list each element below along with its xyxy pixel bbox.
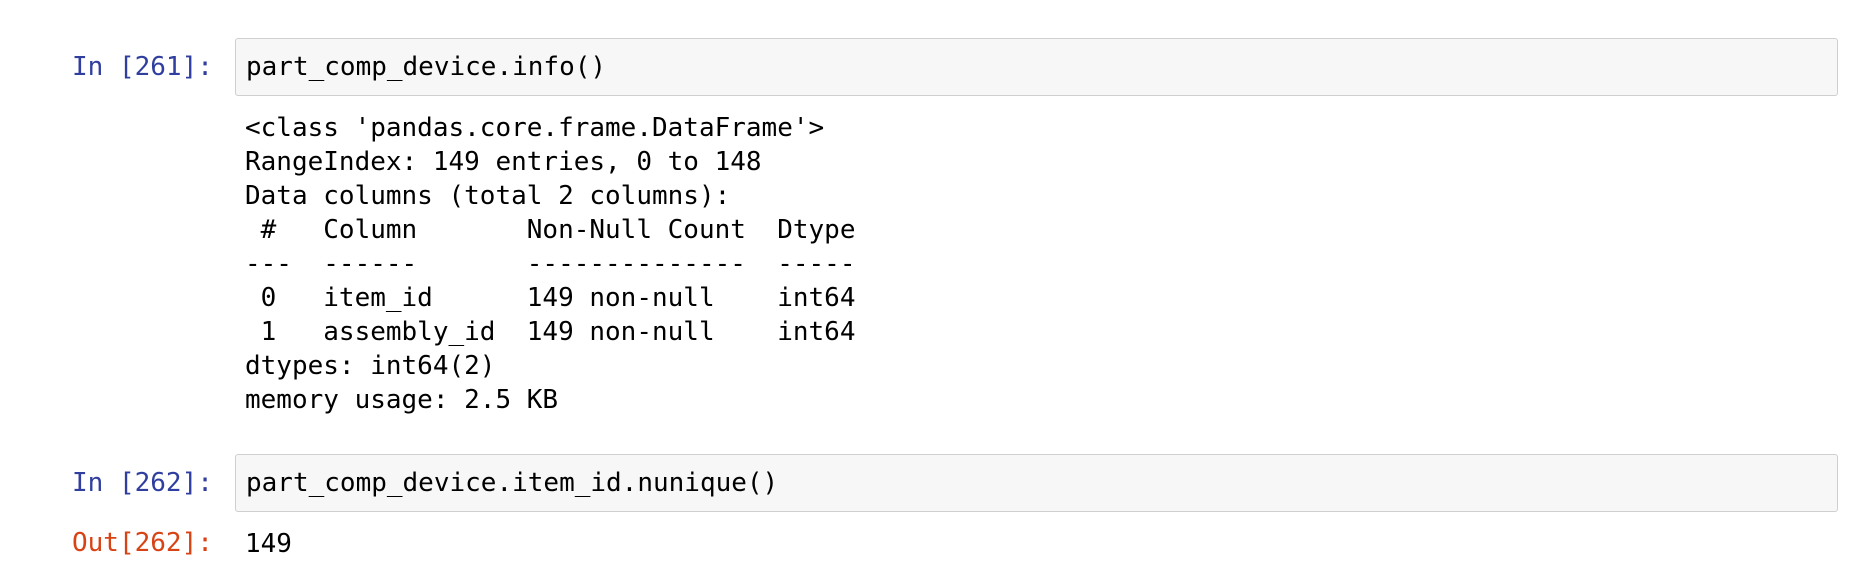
code-input-area[interactable]: part_comp_device.item_id.nunique() xyxy=(235,454,1838,512)
output-line: RangeIndex: 149 entries, 0 to 148 xyxy=(245,147,762,177)
code-text: part_comp_device.info() xyxy=(246,52,607,82)
input-prompt: In [261]: xyxy=(72,52,213,82)
result-value: 149 xyxy=(245,529,292,559)
output-line: memory usage: 2.5 KB xyxy=(245,385,559,415)
output-line: 0 item_id 149 non-null int64 xyxy=(245,283,856,313)
input-prompt: In [262]: xyxy=(72,468,213,498)
output-line: --- ------ -------------- ----- xyxy=(245,249,856,279)
stdout-output: <class 'pandas.core.frame.DataFrame'> Ra… xyxy=(245,111,855,417)
output-prompt: Out[262]: xyxy=(72,528,213,558)
code-text: part_comp_device.item_id.nunique() xyxy=(246,468,779,498)
output-line: <class 'pandas.core.frame.DataFrame'> xyxy=(245,113,825,143)
code-input-area[interactable]: part_comp_device.info() xyxy=(235,38,1838,96)
output-line: # Column Non-Null Count Dtype xyxy=(245,215,856,245)
output-line: Data columns (total 2 columns): xyxy=(245,181,731,211)
output-line: 1 assembly_id 149 non-null int64 xyxy=(245,317,856,347)
output-line: dtypes: int64(2) xyxy=(245,351,496,381)
